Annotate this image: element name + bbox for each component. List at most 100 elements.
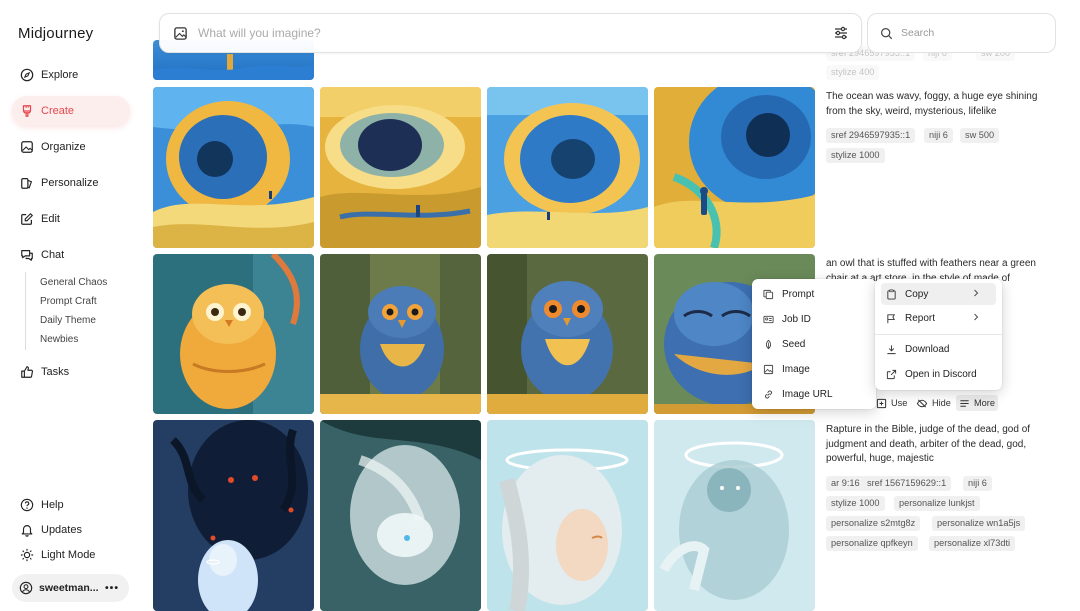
chat-room-newbies[interactable]: Newbies bbox=[40, 334, 78, 345]
nav-label: Tasks bbox=[41, 366, 70, 378]
nav-chat[interactable]: Chat bbox=[12, 240, 130, 270]
eye-off-icon bbox=[916, 398, 932, 409]
image-thumbnail[interactable] bbox=[654, 420, 815, 611]
menu-divider bbox=[875, 334, 1002, 335]
image-thumbnail[interactable] bbox=[487, 254, 648, 414]
param-chip[interactable]: ar 9:16 bbox=[826, 476, 865, 491]
image-thumbnail[interactable] bbox=[153, 87, 314, 248]
chevron-right-icon bbox=[972, 288, 988, 298]
image-thumbnail[interactable] bbox=[320, 87, 481, 248]
more-button[interactable]: More bbox=[956, 395, 998, 411]
copy-prompt-item[interactable]: Prompt bbox=[758, 283, 870, 305]
help-icon bbox=[19, 497, 35, 513]
open-in-discord-item[interactable]: Open in Discord bbox=[881, 363, 996, 385]
param-chip[interactable]: sref 1567159629::1 bbox=[862, 476, 952, 491]
nav-explore[interactable]: Explore bbox=[12, 60, 130, 90]
thumbs-up-icon bbox=[19, 364, 35, 380]
prompt-text[interactable]: Rapture in the Bible, judge of the dead,… bbox=[826, 423, 1058, 467]
image-thumbnail[interactable] bbox=[153, 420, 314, 611]
image-thumbnail[interactable] bbox=[320, 254, 481, 414]
search-box[interactable] bbox=[867, 13, 1056, 53]
param-chip[interactable]: personalize xl73dti bbox=[929, 536, 1016, 551]
image-thumbnail[interactable] bbox=[487, 87, 648, 248]
copy-seed-item[interactable]: Seed bbox=[758, 333, 870, 355]
chat-room-prompt-craft[interactable]: Prompt Craft bbox=[40, 296, 97, 307]
menu-item-label: Seed bbox=[782, 338, 806, 350]
nav-create[interactable]: Create bbox=[12, 96, 130, 126]
param-chip[interactable]: stylize 1000 bbox=[826, 148, 885, 163]
sidebar: Midjourney Explore Create Organize Perso… bbox=[0, 0, 142, 611]
imagine-bar[interactable] bbox=[159, 13, 862, 53]
copy-job-id-item[interactable]: Job ID bbox=[758, 308, 870, 330]
menu-item-label: Prompt bbox=[782, 288, 815, 300]
copy-item[interactable]: Copy bbox=[881, 283, 996, 305]
user-more-button[interactable]: ••• bbox=[105, 582, 119, 594]
copy-image-url-item[interactable]: Image URL bbox=[758, 383, 870, 405]
chat-rooms-divider bbox=[25, 272, 26, 350]
sun-icon bbox=[19, 547, 35, 563]
menu-item-label: Open in Discord bbox=[905, 368, 977, 380]
nav-label: Light Mode bbox=[41, 549, 96, 561]
nav-personalize[interactable]: Personalize bbox=[12, 168, 130, 198]
menu-item-label: Copy bbox=[905, 288, 929, 300]
param-chip[interactable]: personalize s2mtg8z bbox=[826, 516, 921, 531]
param-chip[interactable]: niji 6 bbox=[963, 476, 992, 491]
use-label: Use bbox=[891, 398, 908, 408]
settings-sliders-icon[interactable] bbox=[833, 25, 849, 41]
download-item[interactable]: Download bbox=[881, 338, 996, 360]
personalize-icon bbox=[19, 175, 35, 191]
menu-lines-icon bbox=[959, 398, 974, 409]
use-button[interactable]: Use bbox=[873, 395, 910, 411]
prompt-text[interactable]: The ocean was wavy, foggy, a huge eye sh… bbox=[826, 90, 1058, 119]
nav-edit[interactable]: Edit bbox=[12, 204, 130, 234]
param-chip[interactable]: sref 2946597935::1 bbox=[826, 128, 916, 143]
param-chip[interactable]: niji 6 bbox=[924, 128, 953, 143]
image-thumbnail[interactable] bbox=[654, 87, 815, 248]
chat-room-daily-theme[interactable]: Daily Theme bbox=[40, 315, 96, 326]
app-logo[interactable]: Midjourney bbox=[18, 25, 93, 42]
nav-label: Help bbox=[41, 499, 64, 511]
param-chip[interactable]: personalize qpfkeyn bbox=[826, 536, 918, 551]
image-thumbnail[interactable] bbox=[153, 254, 314, 414]
compass-icon bbox=[19, 67, 35, 83]
nav-label: Edit bbox=[41, 213, 60, 225]
nav-light-mode[interactable]: Light Mode bbox=[12, 540, 130, 570]
user-name: sweetman... bbox=[39, 582, 99, 594]
user-menu[interactable]: sweetman... ••• bbox=[12, 574, 129, 602]
menu-item-label: Job ID bbox=[782, 313, 811, 325]
copy-image-item[interactable]: Image bbox=[758, 358, 870, 380]
nav-tasks[interactable]: Tasks bbox=[12, 357, 130, 387]
avatar-icon bbox=[19, 581, 33, 595]
hide-button[interactable]: Hide bbox=[913, 395, 954, 411]
param-chip[interactable]: personalize wn1a5js bbox=[932, 516, 1026, 531]
chevron-right-icon bbox=[972, 312, 988, 322]
param-chip[interactable]: sw 500 bbox=[960, 128, 1000, 143]
chat-room-general-chaos[interactable]: General Chaos bbox=[40, 277, 107, 288]
nav-label: Updates bbox=[41, 524, 82, 536]
more-label: More bbox=[974, 398, 995, 408]
image-thumbnail[interactable] bbox=[487, 420, 648, 611]
download-icon bbox=[886, 344, 905, 355]
use-icon bbox=[876, 398, 891, 409]
param-chip[interactable]: personalize lunkjst bbox=[894, 496, 980, 511]
menu-item-label: Report bbox=[905, 312, 936, 324]
nav-organize[interactable]: Organize bbox=[12, 132, 130, 162]
id-card-icon bbox=[763, 314, 782, 325]
image-prompt-icon[interactable] bbox=[173, 26, 188, 41]
menu-item-label: Image URL bbox=[782, 388, 833, 400]
bell-icon bbox=[19, 522, 35, 538]
brush-icon bbox=[19, 103, 35, 119]
imagine-input[interactable] bbox=[198, 26, 833, 40]
nav-label: Explore bbox=[41, 69, 79, 81]
image-thumbnail[interactable] bbox=[320, 420, 481, 611]
report-item[interactable]: Report bbox=[881, 307, 996, 329]
menu-item-label: Image bbox=[782, 363, 810, 375]
seed-icon bbox=[763, 339, 782, 350]
hide-label: Hide bbox=[932, 398, 951, 408]
search-input[interactable] bbox=[901, 27, 1031, 39]
param-chip[interactable]: stylize 1000 bbox=[826, 496, 885, 511]
nav-label: Personalize bbox=[41, 177, 99, 189]
nav-label: Create bbox=[41, 105, 75, 117]
param-chip[interactable]: stylize 400 bbox=[826, 65, 880, 80]
menu-item-label: Download bbox=[905, 343, 950, 355]
